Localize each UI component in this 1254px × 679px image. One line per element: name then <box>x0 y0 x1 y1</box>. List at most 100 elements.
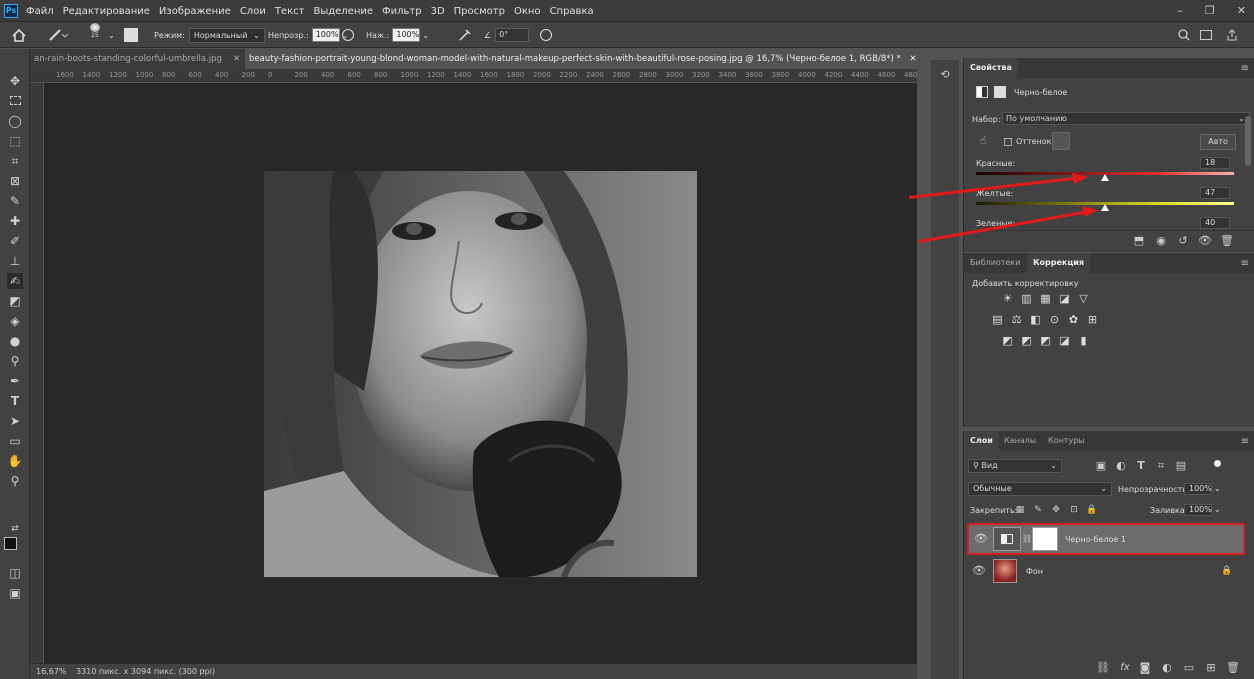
quick-mask-icon[interactable]: ◫ <box>7 565 23 581</box>
layer-name[interactable]: Черно-белое 1 <box>1065 535 1126 544</box>
curves-icon[interactable]: ▦ <box>1039 292 1052 305</box>
foreground-color-swatch[interactable] <box>4 537 17 550</box>
rectangle-tool-icon[interactable]: ▭ <box>7 433 23 449</box>
layer-row-background[interactable]: 👁 Фон 🔒 <box>967 557 1245 587</box>
layer-mask-thumbnail[interactable] <box>1032 527 1058 551</box>
tab-paths[interactable]: Контуры <box>1042 431 1091 451</box>
restore-button[interactable]: ❐ <box>1205 4 1215 17</box>
mode-select[interactable]: Нормальный ⌄ <box>188 27 265 43</box>
opacity-field[interactable]: 100% <box>311 28 340 42</box>
menu-view[interactable]: Просмотр <box>454 6 505 17</box>
brightness-icon[interactable]: ☀ <box>1001 292 1014 305</box>
tab-layers[interactable]: Слои <box>964 431 999 451</box>
visibility-icon[interactable]: 👁 <box>1198 234 1212 248</box>
type-tool-icon[interactable]: T <box>7 393 23 409</box>
document-image[interactable] <box>264 171 697 577</box>
lock-all-icon[interactable]: 🔒 <box>1086 503 1098 517</box>
clip-to-layer-icon[interactable]: ⬒ <box>1132 234 1146 248</box>
tint-color-swatch[interactable] <box>1052 132 1070 150</box>
adjustment-icon[interactable]: ◐ <box>1160 661 1174 675</box>
home-icon[interactable] <box>12 27 26 43</box>
blur-tool-icon[interactable]: ● <box>7 333 23 349</box>
tab-document-1[interactable]: an-rain-boots-standing-colorful-umbrella… <box>30 49 230 69</box>
fill-field[interactable]: 100% <box>1184 504 1212 516</box>
new-layer-icon[interactable]: ⊞ <box>1204 661 1218 675</box>
history-panel-icon[interactable]: ⟲ <box>938 68 952 82</box>
crop-tool-icon[interactable]: ⌗ <box>7 153 23 169</box>
menu-window[interactable]: Окно <box>514 6 541 17</box>
lock-artboard-icon[interactable]: ⊡ <box>1068 503 1080 517</box>
chevron-down-icon[interactable]: ⌄ <box>1214 484 1221 493</box>
filter-toggle-icon[interactable] <box>1214 460 1221 467</box>
trash-icon[interactable]: 🗑 <box>1226 661 1240 675</box>
airbrush-icon[interactable] <box>458 27 472 43</box>
workspace-icon[interactable] <box>1200 27 1212 43</box>
angle-field[interactable]: 0° <box>495 28 530 42</box>
hue-saturation-icon[interactable]: ▤ <box>991 313 1004 326</box>
tab-adjustments[interactable]: Коррекция <box>1027 253 1091 273</box>
search-icon[interactable] <box>1178 27 1190 43</box>
tab-document-2[interactable]: beauty-fashion-portrait-young-blond-woma… <box>245 49 917 69</box>
color-lookup-icon[interactable]: ⊞ <box>1086 313 1099 326</box>
tab-close-icon[interactable]: ✕ <box>909 54 916 64</box>
close-button[interactable]: ✕ <box>1237 4 1246 17</box>
zoom-level[interactable]: 16,67% <box>36 667 67 676</box>
tab-properties[interactable]: Свойства <box>964 58 1018 78</box>
object-select-tool-icon[interactable]: ⬚ <box>7 133 23 149</box>
tab-channels[interactable]: Каналы <box>998 431 1042 451</box>
share-icon[interactable] <box>1226 27 1238 43</box>
menu-image[interactable]: Изображение <box>159 6 231 17</box>
pressure-size-icon[interactable] <box>540 27 552 43</box>
zoom-tool-icon[interactable]: ⚲ <box>7 473 23 489</box>
chevron-down-icon[interactable]: ⌄ <box>422 31 429 40</box>
stamp-tool-icon[interactable]: ⊥ <box>7 253 23 269</box>
swap-colors-icon[interactable]: ⇄ <box>7 521 23 537</box>
lock-position-icon[interactable]: ✥ <box>1050 503 1062 517</box>
filter-shape-icon[interactable]: ⌗ <box>1154 459 1168 473</box>
layer-name[interactable]: Фон <box>1026 567 1043 576</box>
mask-icon[interactable] <box>994 86 1006 98</box>
menu-help[interactable]: Справка <box>550 6 594 17</box>
invert-icon[interactable]: ◩ <box>1001 334 1014 347</box>
eraser-tool-icon[interactable]: ◩ <box>7 293 23 309</box>
filter-pixel-icon[interactable]: ▣ <box>1094 459 1108 473</box>
minimize-button[interactable]: – <box>1177 4 1183 17</box>
brush-preset-picker[interactable]: 25 <box>90 23 100 39</box>
chevron-down-icon[interactable]: ⌄ <box>1214 505 1221 514</box>
tab-close-icon[interactable]: ✕ <box>233 49 243 69</box>
screen-mode-icon[interactable]: ▣ <box>7 585 23 601</box>
path-select-tool-icon[interactable]: ➤ <box>7 413 23 429</box>
menu-select[interactable]: Выделение <box>313 6 373 17</box>
healing-tool-icon[interactable]: ✚ <box>7 213 23 229</box>
link-icon[interactable]: ⛓ <box>1022 532 1032 546</box>
selective-color-icon[interactable]: ▮ <box>1077 334 1090 347</box>
brush-tool-icon[interactable] <box>48 27 68 43</box>
filter-adjustment-icon[interactable]: ◐ <box>1114 459 1128 473</box>
menu-edit[interactable]: Редактирование <box>63 6 150 17</box>
targeted-adjustment-icon[interactable]: ☝ <box>976 134 990 148</box>
yellows-thumb[interactable] <box>1101 204 1109 214</box>
filter-type-icon[interactable]: T <box>1134 459 1148 473</box>
threshold-icon[interactable]: ◩ <box>1039 334 1052 347</box>
greens-value[interactable]: 40 <box>1200 217 1230 229</box>
panel-menu-icon[interactable]: ≡ <box>1241 258 1249 269</box>
lock-pixels-icon[interactable]: ✎ <box>1032 503 1044 517</box>
levels-icon[interactable]: ▥ <box>1020 292 1033 305</box>
auto-button[interactable]: Авто <box>1200 134 1236 150</box>
lasso-tool-icon[interactable]: ◯ <box>7 113 23 129</box>
mask-icon[interactable]: ◙ <box>1138 661 1152 675</box>
lock-transparency-icon[interactable]: ▦ <box>1014 503 1026 517</box>
properties-scrollbar[interactable] <box>1245 116 1251 166</box>
vibrance-icon[interactable]: ▽ <box>1077 292 1090 305</box>
layer-row-bw[interactable]: 👁 ⛓ Черно-белое 1 <box>967 523 1245 555</box>
visibility-icon[interactable]: 👁 <box>974 532 988 546</box>
dodge-tool-icon[interactable]: ⚲ <box>7 353 23 369</box>
layer-opacity-field[interactable]: 100% <box>1184 483 1212 495</box>
panel-menu-icon[interactable]: ≡ <box>1241 63 1249 74</box>
reds-value[interactable]: 18 <box>1200 157 1230 169</box>
gradient-map-icon[interactable]: ◪ <box>1058 334 1071 347</box>
exposure-icon[interactable]: ◪ <box>1058 292 1071 305</box>
pressure-opacity-icon[interactable] <box>342 27 354 43</box>
group-icon[interactable]: ▭ <box>1182 661 1196 675</box>
pressure-field[interactable]: 100% <box>392 28 421 42</box>
